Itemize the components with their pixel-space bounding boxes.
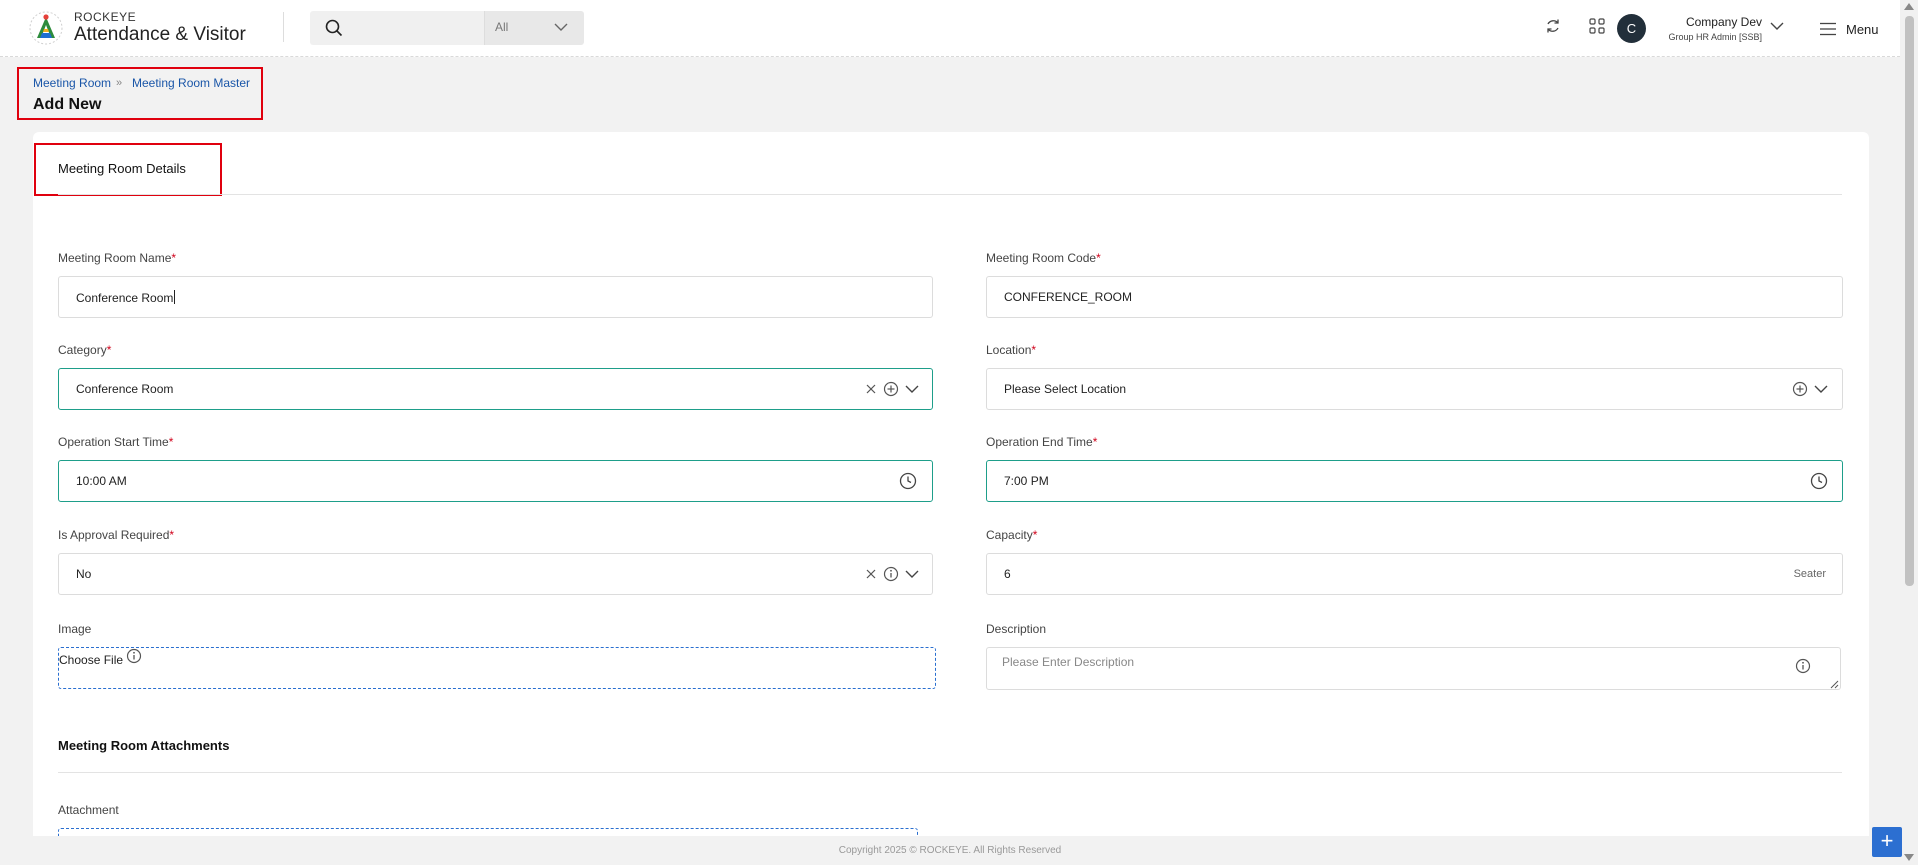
room-name-label: Meeting Room Name* <box>58 251 176 265</box>
start-time-input[interactable]: 10:00 AM <box>58 460 933 502</box>
room-name-input[interactable]: Conference Room <box>58 276 933 318</box>
chevron-down-icon[interactable] <box>1770 22 1784 31</box>
capacity-label-text: Capacity <box>986 528 1033 542</box>
app-title: Attendance & Visitor <box>74 24 246 45</box>
room-code-label: Meeting Room Code* <box>986 251 1101 265</box>
top-header: ROCKEYE Attendance & Visitor All C Compa… <box>0 0 1900 57</box>
category-label: Category* <box>58 343 111 357</box>
refresh-icon[interactable] <box>1545 18 1561 34</box>
required-mark: * <box>1092 435 1098 449</box>
user-role: Group HR Admin [SSB] <box>1668 32 1762 42</box>
add-circle-icon[interactable] <box>1792 381 1808 397</box>
start-time-value: 10:00 AM <box>76 474 127 488</box>
room-name-text: Conference Room <box>76 291 174 305</box>
copyright-text: Copyright 2025 © ROCKEYE. All Rights Res… <box>838 845 1062 856</box>
chevron-down-icon[interactable] <box>905 385 919 394</box>
end-time-label-text: Operation End Time <box>986 435 1093 449</box>
required-mark: * <box>1031 343 1037 357</box>
search-filter-dropdown[interactable]: All <box>484 11 584 45</box>
location-value: Please Select Location <box>1004 382 1127 396</box>
info-icon[interactable] <box>883 566 899 582</box>
search-icon <box>325 19 343 37</box>
footer: Copyright 2025 © ROCKEYE. All Rights Res… <box>0 836 1900 865</box>
menu-button[interactable]: Menu <box>1846 22 1879 37</box>
category-value: Conference Room <box>76 382 174 396</box>
image-file-input[interactable]: Choose File <box>58 647 936 689</box>
end-time-value: 7:00 PM <box>1004 474 1049 488</box>
info-icon[interactable] <box>1795 658 1811 674</box>
chevron-down-icon[interactable] <box>1814 385 1828 394</box>
location-label-text: Location <box>986 343 1032 357</box>
start-time-label-text: Operation Start Time <box>58 435 169 449</box>
floating-add-button[interactable]: + <box>1872 827 1902 857</box>
clock-icon[interactable] <box>899 472 917 490</box>
location-label: Location* <box>986 343 1036 357</box>
hamburger-menu-icon[interactable] <box>1820 22 1836 36</box>
required-mark: * <box>1096 251 1101 265</box>
header-divider <box>283 12 284 42</box>
clear-x-icon[interactable] <box>866 384 876 394</box>
room-code-value: CONFERENCE_ROOM <box>1004 290 1133 304</box>
location-select[interactable]: Please Select Location <box>986 368 1843 410</box>
plus-icon: + <box>1880 828 1894 853</box>
breadcrumb-separator: » <box>116 77 123 89</box>
scroll-down-arrow-icon[interactable] <box>1904 854 1914 861</box>
end-time-label: Operation End Time* <box>986 435 1097 449</box>
required-mark: * <box>168 435 174 449</box>
apps-grid-icon[interactable] <box>1589 18 1605 34</box>
clear-x-icon[interactable] <box>866 569 876 579</box>
required-mark: * <box>106 343 112 357</box>
search-filter-value: All <box>495 20 509 34</box>
category-select[interactable]: Conference Room <box>58 368 933 410</box>
capacity-suffix: Seater <box>1793 568 1826 580</box>
approval-value: No <box>76 567 92 581</box>
description-textarea[interactable]: Please Enter Description <box>986 647 1841 690</box>
chevron-down-icon[interactable] <box>905 570 919 579</box>
required-mark: * <box>1032 528 1038 542</box>
room-name-label-text: Meeting Room Name <box>58 251 172 265</box>
resize-handle-icon[interactable] <box>1830 680 1839 689</box>
brand-name: ROCKEYE <box>74 10 137 24</box>
search-input[interactable] <box>310 11 484 45</box>
start-time-label: Operation Start Time* <box>58 435 173 449</box>
info-icon[interactable] <box>126 648 142 664</box>
page-title: Add New <box>33 96 102 113</box>
capacity-input[interactable]: 6 Seater <box>986 553 1843 595</box>
category-label-text: Category <box>58 343 107 357</box>
attachments-section-title: Meeting Room Attachments <box>58 738 230 753</box>
text-caret <box>174 290 176 304</box>
approval-label-text: Is Approval Required <box>58 528 170 542</box>
scroll-thumb[interactable] <box>1905 16 1914 586</box>
description-label: Description <box>986 622 1047 636</box>
breadcrumb-item-meeting-room-master[interactable]: Meeting Room Master <box>132 76 250 90</box>
required-mark: * <box>169 528 175 542</box>
rockeye-logo[interactable] <box>28 9 64 47</box>
tab-meeting-room-details[interactable]: Meeting Room Details <box>58 161 186 176</box>
description-placeholder: Please Enter Description <box>1002 655 1135 669</box>
room-code-label-text: Meeting Room Code <box>986 251 1097 265</box>
capacity-value: 6 <box>1004 567 1011 581</box>
image-label: Image <box>58 622 92 636</box>
required-mark: * <box>171 251 177 265</box>
end-time-input[interactable]: 7:00 PM <box>986 460 1843 502</box>
room-code-input[interactable]: CONFERENCE_ROOM <box>986 276 1843 318</box>
page-scrollbar[interactable] <box>1900 0 1918 865</box>
attachments-divider <box>58 772 1842 773</box>
tab-divider <box>58 194 1842 195</box>
breadcrumb-item-meeting-room[interactable]: Meeting Room <box>33 76 111 90</box>
capacity-label: Capacity* <box>986 528 1037 542</box>
image-placeholder: Choose File <box>59 653 124 667</box>
chevron-down-icon <box>554 23 568 31</box>
add-circle-icon[interactable] <box>883 381 899 397</box>
scroll-up-arrow-icon[interactable] <box>1904 3 1914 10</box>
attachment-label: Attachment <box>58 803 119 817</box>
approval-select[interactable]: No <box>58 553 933 595</box>
user-name[interactable]: Company Dev <box>1660 15 1762 29</box>
clock-icon[interactable] <box>1810 472 1828 490</box>
approval-label: Is Approval Required* <box>58 528 174 542</box>
room-name-value: Conference Room <box>76 290 176 305</box>
